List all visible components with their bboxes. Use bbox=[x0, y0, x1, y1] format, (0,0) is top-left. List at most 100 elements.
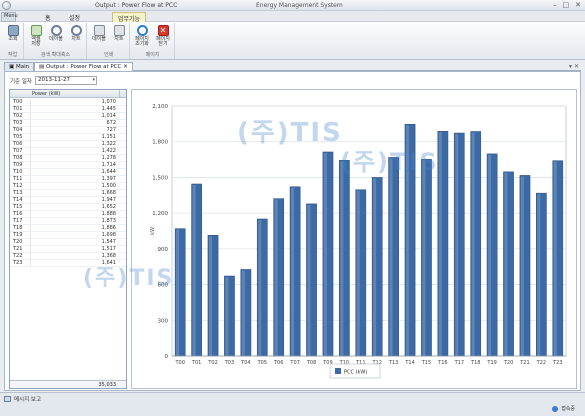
table-row[interactable]: T08 1,278 bbox=[10, 155, 126, 162]
row-hour: T18 bbox=[13, 225, 23, 231]
excel-save-button[interactable]: 엑셀 저장 bbox=[26, 25, 46, 47]
row-power-value: 672 bbox=[106, 120, 116, 126]
x-tick-label: T00 bbox=[174, 360, 184, 366]
y-tick-label: 900 bbox=[158, 247, 169, 253]
row-hour: T16 bbox=[13, 211, 23, 217]
print-chart-button[interactable]: 차트 bbox=[109, 25, 129, 42]
page-reset-button[interactable]: 페이지 초기화 bbox=[132, 25, 152, 47]
table-row[interactable]: T01 1,445 bbox=[10, 106, 126, 113]
column-divider bbox=[30, 141, 31, 148]
watermark-logo: (주)TIS bbox=[237, 118, 343, 148]
table-row[interactable]: T03 672 bbox=[10, 120, 126, 127]
bar-highlight bbox=[488, 154, 492, 356]
table-row[interactable]: T00 1,070 bbox=[10, 99, 126, 106]
table-row[interactable]: T19 1,698 bbox=[10, 232, 126, 239]
y-tick-label: 300 bbox=[158, 318, 169, 324]
tab-business-functions[interactable]: 업무기능 bbox=[112, 12, 147, 23]
x-tick-label: T21 bbox=[519, 360, 529, 366]
legend-swatch bbox=[335, 368, 341, 374]
bar-highlight bbox=[323, 152, 327, 356]
x-tick-label: T15 bbox=[421, 360, 431, 366]
table-row[interactable]: T04 727 bbox=[10, 127, 126, 134]
table-row[interactable]: T07 1,422 bbox=[10, 148, 126, 155]
tab-menu[interactable]: Menu bbox=[1, 12, 18, 22]
row-power-value: 1,517 bbox=[101, 246, 116, 252]
column-divider bbox=[30, 176, 31, 183]
column-divider bbox=[30, 197, 31, 204]
tab-settings[interactable]: 설정 bbox=[64, 12, 85, 22]
table-row[interactable]: T06 1,322 bbox=[10, 141, 126, 148]
view-button[interactable]: 조회 bbox=[3, 25, 23, 42]
table-row[interactable]: T11 1,397 bbox=[10, 176, 126, 183]
y-axis-label: kW bbox=[150, 227, 156, 235]
y-tick-label: 1,800 bbox=[152, 140, 168, 146]
table-row[interactable]: T20 1,547 bbox=[10, 239, 126, 246]
row-hour: T20 bbox=[13, 239, 23, 245]
x-tick-label: T17 bbox=[454, 360, 464, 366]
tab-output[interactable]: ▤ Output : Power Flow at PCC ✕ bbox=[34, 62, 133, 71]
bar-highlight bbox=[307, 204, 311, 356]
column-divider bbox=[30, 183, 31, 190]
chart-zoom-label: 차트 bbox=[71, 36, 81, 42]
x-tick-label: T05 bbox=[257, 360, 267, 366]
tab-close-icon[interactable]: ✕ bbox=[123, 64, 128, 70]
x-tick-label: T19 bbox=[486, 360, 496, 366]
ribbon-group-query: 조회 작업 bbox=[2, 23, 24, 59]
bar-highlight bbox=[553, 161, 557, 356]
minimize-button[interactable]: – bbox=[553, 1, 557, 10]
connection-icon bbox=[552, 405, 559, 412]
message-report[interactable]: 메시지 보고 bbox=[4, 395, 41, 403]
group-label-query: 작업 bbox=[7, 52, 18, 58]
bar-highlight bbox=[438, 132, 442, 356]
x-tick-label: T13 bbox=[388, 360, 398, 366]
close-window-button[interactable]: ✕ bbox=[575, 1, 581, 10]
row-power-value: 1,714 bbox=[101, 162, 116, 168]
group-label-page: 페이지 bbox=[145, 52, 160, 58]
tab-list-controls[interactable]: ▾ ✕ bbox=[569, 63, 579, 70]
row-hour: T00 bbox=[13, 99, 23, 105]
row-hour: T11 bbox=[13, 176, 23, 182]
table-row[interactable]: T21 1,517 bbox=[10, 246, 126, 253]
window-controls: – □ ✕ bbox=[553, 1, 581, 10]
table-row[interactable]: T22 1,368 bbox=[10, 253, 126, 260]
table-row[interactable]: T16 1,888 bbox=[10, 211, 126, 218]
table-row[interactable]: T09 1,714 bbox=[10, 162, 126, 169]
excel-save-label: 엑셀 저장 bbox=[31, 36, 41, 47]
table-row[interactable]: T10 1,644 bbox=[10, 169, 126, 176]
table-row[interactable]: T18 1,886 bbox=[10, 225, 126, 232]
column-divider bbox=[30, 225, 31, 232]
table-row[interactable]: T12 1,500 bbox=[10, 183, 126, 190]
tab-main[interactable]: ▣ Main bbox=[4, 62, 35, 71]
table-row[interactable]: T17 1,873 bbox=[10, 218, 126, 225]
table-row[interactable]: T05 1,151 bbox=[10, 134, 126, 141]
power-data-grid[interactable]: Power (kW) 35,033 T00 1,070 T01 1,445 T02 1,0… bbox=[9, 89, 127, 389]
chart-zoom-button[interactable]: 차트 bbox=[66, 25, 86, 42]
y-tick-label: 1,500 bbox=[152, 175, 168, 181]
print-table-button[interactable]: 데이블 bbox=[89, 25, 109, 42]
y-tick-label: 1,200 bbox=[152, 211, 168, 217]
x-tick-label: T04 bbox=[240, 360, 250, 366]
tab-home[interactable]: 홈 bbox=[40, 12, 56, 22]
date-picker[interactable]: 2013-11-27 ▾ bbox=[35, 76, 97, 85]
table-row[interactable]: T15 1,652 bbox=[10, 204, 126, 211]
group-label-print: 인쇄 bbox=[103, 52, 114, 58]
bar-highlight bbox=[520, 176, 524, 356]
column-header-power[interactable]: Power (kW) bbox=[32, 91, 60, 97]
row-power-value: 1,368 bbox=[101, 253, 116, 259]
connection-status: 접속중 bbox=[552, 405, 575, 412]
table-zoom-button[interactable]: 데이블 bbox=[46, 25, 66, 42]
column-divider bbox=[30, 106, 31, 113]
table-row[interactable]: T02 1,014 bbox=[10, 113, 126, 120]
app-menu-orb[interactable] bbox=[2, 1, 11, 10]
row-hour: T22 bbox=[13, 253, 23, 259]
bar-highlight bbox=[225, 277, 229, 356]
x-tick-label: T23 bbox=[552, 360, 562, 366]
x-tick-label: T20 bbox=[503, 360, 513, 366]
table-row[interactable]: T13 1,668 bbox=[10, 190, 126, 197]
row-hour: T14 bbox=[13, 197, 23, 203]
maximize-button[interactable]: □ bbox=[563, 1, 570, 10]
row-hour: T04 bbox=[13, 127, 23, 133]
page-close-button[interactable]: ✕ 페이지 닫기 bbox=[153, 25, 173, 47]
magnifier-icon bbox=[50, 25, 62, 36]
table-row[interactable]: T14 1,947 bbox=[10, 197, 126, 204]
